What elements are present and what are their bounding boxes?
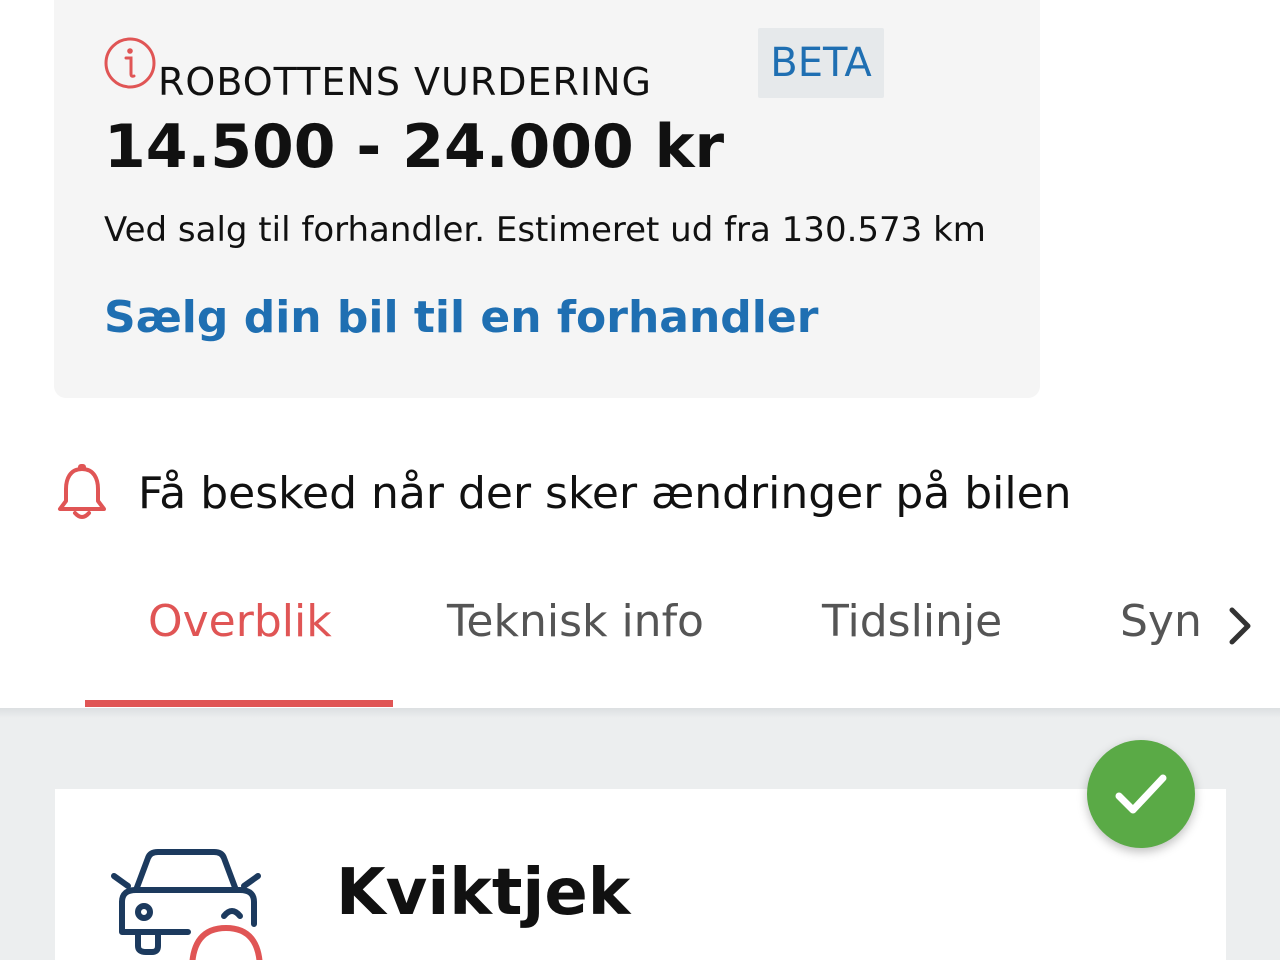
beta-badge: BETA (758, 28, 884, 98)
tab-tidslinje[interactable]: Tidslinje (822, 596, 1002, 647)
notify-label: Få besked når der sker ændringer på bile… (138, 467, 1072, 519)
quickcheck-title: Kviktjek (336, 856, 631, 930)
valuation-note: Ved salg til forhandler. Estimeret ud fr… (104, 210, 986, 250)
chevron-right-icon[interactable] (1222, 604, 1258, 648)
tab-syn[interactable]: Syn (1120, 596, 1202, 647)
price-range: 14.500 - 24.000 kr (104, 112, 725, 182)
car-check-icon (111, 849, 263, 960)
active-tab-indicator (85, 700, 393, 707)
status-badge (1087, 740, 1195, 848)
info-icon (104, 37, 156, 89)
tab-bar: Overblik Teknisk info Tidslinje Syn (0, 570, 1280, 708)
valuation-title: ROBOTTENS VURDERING (158, 60, 652, 104)
checkmark-icon (1115, 774, 1167, 814)
sell-to-dealer-link[interactable]: Sælg din bil til en forhandler (104, 292, 818, 343)
tab-overblik[interactable]: Overblik (148, 596, 332, 647)
bell-icon (58, 464, 106, 519)
notify-changes-button[interactable]: Få besked når der sker ændringer på bile… (56, 460, 1072, 526)
tab-teknisk-info[interactable]: Teknisk info (447, 596, 704, 647)
